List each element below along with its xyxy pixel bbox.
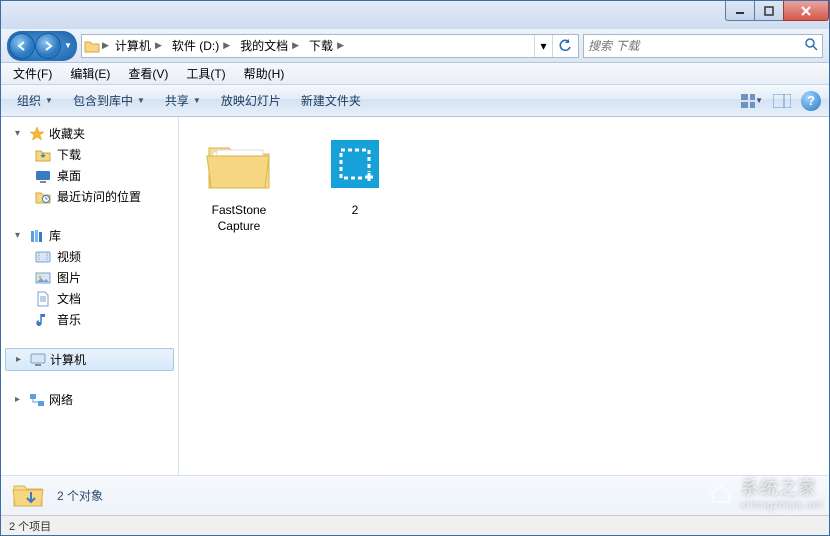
sidebar-item-label: 最近访问的位置 [57,188,141,205]
sidebar-item-label: 音乐 [57,311,81,328]
sidebar-item-label: 下载 [57,146,81,163]
include-in-library-button[interactable]: 包含到库中▼ [65,89,153,112]
sidebar-item-label: 图片 [57,269,81,286]
status-bar: 2 个项目 [1,515,829,535]
file-item[interactable]: FastStone Capture [191,129,287,234]
details-pane: 2 个对象 [1,475,829,515]
document-icon [35,291,51,307]
video-icon [35,249,51,265]
image-file-icon [315,129,395,199]
sidebar-item-videos[interactable]: 视频 [1,246,178,267]
menu-help[interactable]: 帮助(H) [236,63,293,84]
sidebar-item-label: 收藏夹 [49,125,85,142]
sidebar-item-documents[interactable]: 文档 [1,288,178,309]
share-button[interactable]: 共享▼ [157,89,209,112]
chevron-right-icon: ▶ [100,40,111,51]
recent-icon [35,189,51,205]
breadcrumb-segment[interactable]: 计算机▶ [111,35,168,57]
collapse-icon[interactable]: ▾ [15,128,25,139]
collapse-icon[interactable]: ▾ [15,230,25,241]
menu-view[interactable]: 查看(V) [120,63,176,84]
picture-icon [35,270,51,286]
explorer-body: ▾ 收藏夹 下载 桌面 最近访问的位置 [1,117,829,475]
music-icon [35,312,51,328]
sidebar-item-music[interactable]: 音乐 [1,309,178,330]
menu-bar: 文件(F) 编辑(E) 查看(V) 工具(T) 帮助(H) [1,63,829,85]
minimize-button[interactable] [725,1,755,21]
folder-icon [199,129,279,199]
help-button[interactable]: ? [801,91,821,111]
sidebar-libraries[interactable]: ▾ 库 [1,225,178,246]
sidebar-item-desktop[interactable]: 桌面 [1,165,178,186]
maximize-button[interactable] [754,1,784,21]
file-label: FastStone Capture [191,203,287,234]
menu-edit[interactable]: 编辑(E) [62,63,118,84]
sidebar-item-pictures[interactable]: 图片 [1,267,178,288]
library-icon [29,228,45,244]
sidebar-favorites[interactable]: ▾ 收藏夹 [1,123,178,144]
navigation-bar: ▼ ▶ 计算机▶ 软件 (D:)▶ 我的文档▶ 下载▶ ▾ [1,29,829,63]
forward-button[interactable] [35,33,61,59]
slideshow-button[interactable]: 放映幻灯片 [213,89,289,112]
sidebar-computer[interactable]: ▸ 计算机 [5,348,174,371]
folder-icon [35,147,51,163]
sidebar-item-label: 库 [49,227,61,244]
search-icon[interactable] [804,37,818,54]
address-dropdown[interactable]: ▾ [534,35,552,57]
search-box[interactable] [583,34,823,58]
folder-icon [84,38,100,54]
desktop-icon [35,168,51,184]
folder-icon [11,479,45,513]
command-bar: 组织▼ 包含到库中▼ 共享▼ 放映幻灯片 新建文件夹 ▼ ? [1,85,829,117]
organize-button[interactable]: 组织▼ [9,89,61,112]
chevron-down-icon: ▼ [755,96,763,105]
breadcrumb-segment[interactable]: 软件 (D:)▶ [168,35,236,57]
search-input[interactable] [588,39,804,53]
breadcrumb-segment[interactable]: 我的文档▶ [236,35,305,57]
sidebar-item-label: 视频 [57,248,81,265]
breadcrumb-segment[interactable]: 下载▶ [305,35,350,57]
sidebar-item-label: 桌面 [57,167,81,184]
file-item[interactable]: 2 [307,129,403,219]
sidebar-item-downloads[interactable]: 下载 [1,144,178,165]
titlebar [1,1,829,29]
expand-icon[interactable]: ▸ [16,354,26,365]
menu-tools[interactable]: 工具(T) [178,63,233,84]
preview-pane-button[interactable] [771,91,793,111]
status-text: 2 个项目 [9,518,51,534]
sidebar-item-label: 文档 [57,290,81,307]
refresh-button[interactable] [552,35,576,57]
close-button[interactable] [783,1,829,21]
computer-icon [30,352,46,368]
file-list[interactable]: FastStone Capture 2 [179,117,829,475]
file-label: 2 [352,203,359,219]
menu-file[interactable]: 文件(F) [5,63,60,84]
new-folder-button[interactable]: 新建文件夹 [293,89,369,112]
sidebar-item-recent[interactable]: 最近访问的位置 [1,186,178,207]
sidebar-network[interactable]: ▸ 网络 [1,389,178,410]
navigation-pane[interactable]: ▾ 收藏夹 下载 桌面 最近访问的位置 [1,117,179,475]
history-dropdown[interactable]: ▼ [61,33,75,59]
network-icon [29,392,45,408]
sidebar-item-label: 计算机 [50,351,86,368]
star-icon [29,126,45,142]
back-button[interactable] [9,33,35,59]
window-controls [726,1,829,21]
expand-icon[interactable]: ▸ [15,394,25,405]
address-bar[interactable]: ▶ 计算机▶ 软件 (D:)▶ 我的文档▶ 下载▶ ▾ [81,34,579,58]
sidebar-item-label: 网络 [49,391,73,408]
view-options-button[interactable]: ▼ [741,91,763,111]
details-summary: 2 个对象 [57,487,103,504]
nav-arrows: ▼ [7,31,77,61]
explorer-window: ▼ ▶ 计算机▶ 软件 (D:)▶ 我的文档▶ 下载▶ ▾ 文件(F) 编辑 [0,0,830,536]
